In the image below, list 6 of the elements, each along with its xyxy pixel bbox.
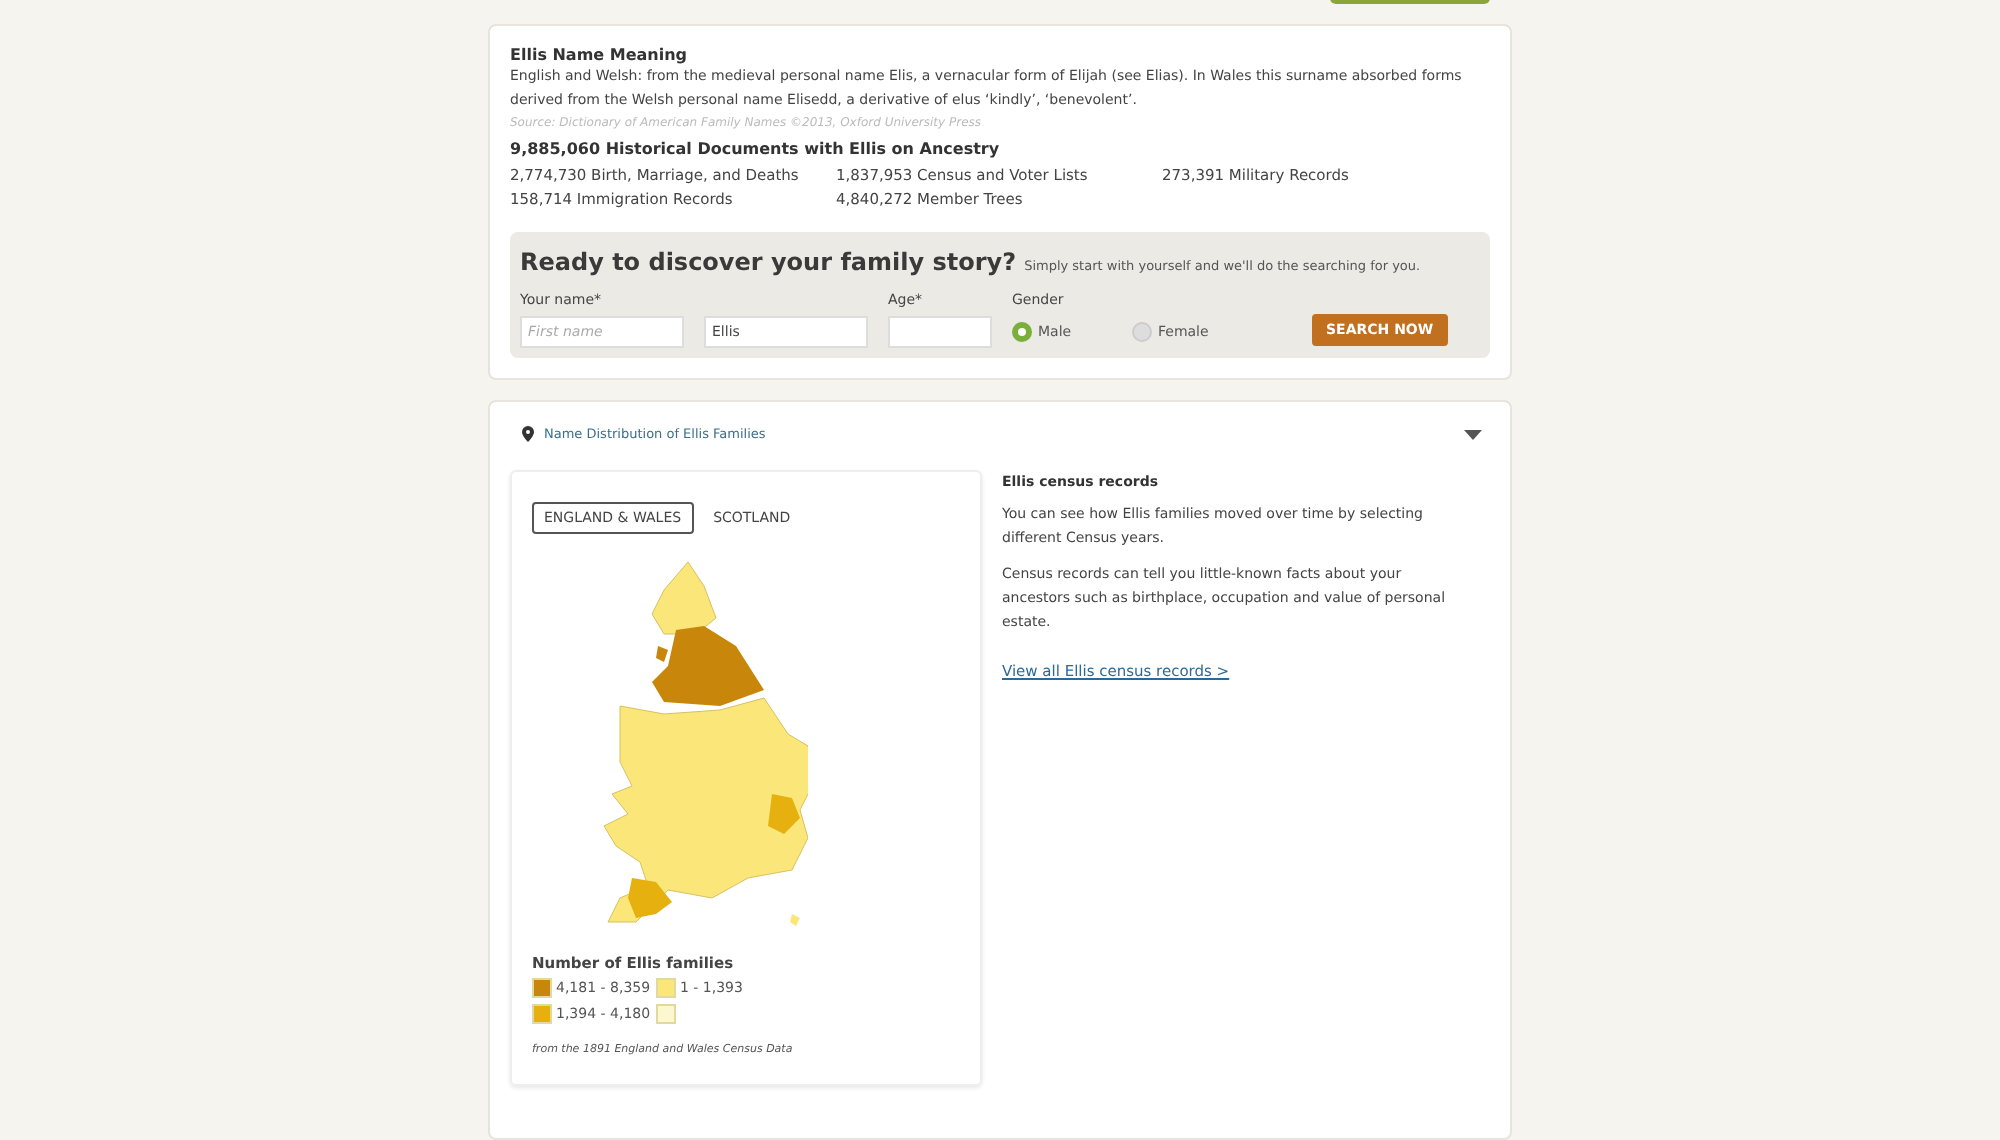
meaning-title: Ellis Name Meaning <box>510 46 690 64</box>
search-heading: Ready to discover your family story? <box>520 248 1017 276</box>
map-pin-icon <box>522 426 534 442</box>
documents-title: 9,885,060 Historical Documents with Ellis on Ancestry <box>510 140 1002 158</box>
age-field[interactable] <box>888 316 992 348</box>
caret-icon[interactable] <box>1464 429 1482 439</box>
